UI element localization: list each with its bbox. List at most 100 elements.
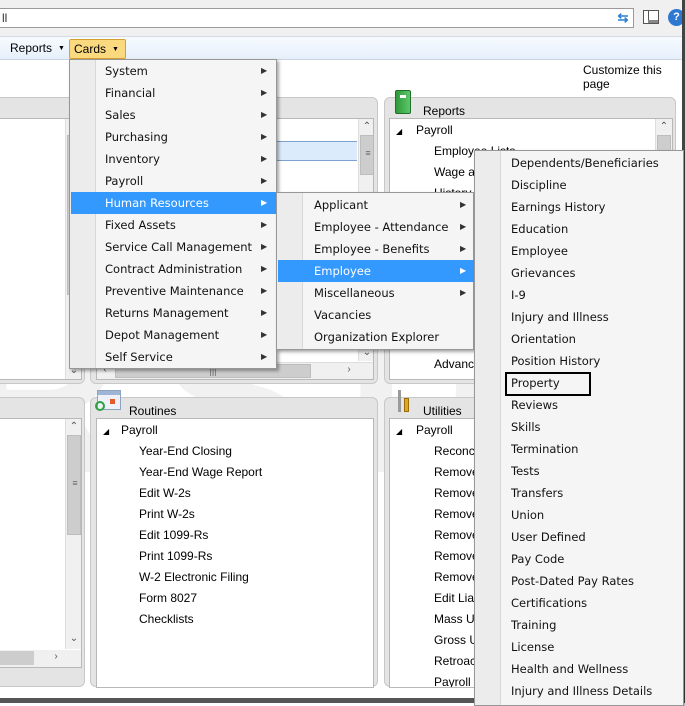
tree-item[interactable]: Edit 1099-Rs bbox=[139, 528, 208, 542]
tree-item[interactable]: Remove bbox=[434, 486, 479, 500]
menu-item-reviews[interactable]: Reviews bbox=[476, 394, 684, 416]
menu-item-employee[interactable]: Employee bbox=[476, 240, 684, 262]
menu-item-label: Union bbox=[511, 508, 545, 522]
menu-item-label: Post-Dated Pay Rates bbox=[511, 574, 634, 588]
menu-item-training[interactable]: Training bbox=[476, 614, 684, 636]
tree-item[interactable]: Form 8027 bbox=[139, 591, 197, 605]
menu-item-union[interactable]: Union bbox=[476, 504, 684, 526]
scroll-down-arrow[interactable]: ⌄ bbox=[66, 633, 81, 644]
scroll-thumb[interactable]: ≡ bbox=[67, 435, 81, 535]
left-bottom-panel-body: ⌃ ≡ ⌄ › bbox=[0, 418, 82, 668]
menu-item-service-call-management[interactable]: Service Call Management ▶ bbox=[71, 236, 277, 258]
layout-icon[interactable] bbox=[643, 10, 659, 24]
menu-item-certifications[interactable]: Certifications bbox=[476, 592, 684, 614]
expand-icon[interactable]: ◢ bbox=[103, 427, 109, 436]
menu-item-dependents-beneficiaries[interactable]: Dependents/Beneficiaries bbox=[476, 152, 684, 174]
scroll-up-arrow[interactable]: ⌃ bbox=[359, 121, 373, 132]
tree-item[interactable]: Print 1099-Rs bbox=[139, 549, 212, 563]
menu-item-earnings-history[interactable]: Earnings History bbox=[476, 196, 684, 218]
menu-item-termination[interactable]: Termination bbox=[476, 438, 684, 460]
menu-item-preventive-maintenance[interactable]: Preventive Maintenance ▶ bbox=[71, 280, 277, 302]
scroll-up-arrow[interactable]: ⌃ bbox=[66, 421, 81, 432]
menu-item-self-service[interactable]: Self Service ▶ bbox=[71, 346, 277, 368]
expand-icon[interactable]: ◢ bbox=[396, 427, 402, 436]
menu-item-employee-attendance[interactable]: Employee - Attendance ▶ bbox=[278, 216, 474, 238]
tree-item[interactable]: Remove bbox=[434, 507, 479, 521]
customize-page-link[interactable]: Customize this page bbox=[583, 63, 685, 91]
scroll-up-arrow[interactable]: ⌃ bbox=[656, 121, 672, 132]
menu-item-orientation[interactable]: Orientation bbox=[476, 328, 684, 350]
menu-item-employee-benefits[interactable]: Employee - Benefits ▶ bbox=[278, 238, 474, 260]
submenu-arrow-icon: ▶ bbox=[261, 286, 268, 295]
menu-item-label: Injury and Illness bbox=[511, 310, 609, 324]
menu-item-license[interactable]: License bbox=[476, 636, 684, 658]
menu-item-purchasing[interactable]: Purchasing ▶ bbox=[71, 126, 277, 148]
submenu-arrow-icon: ▶ bbox=[460, 288, 467, 297]
menu-item-discipline[interactable]: Discipline bbox=[476, 174, 684, 196]
scroll-right-arrow[interactable]: › bbox=[48, 651, 64, 662]
menu-item-depot-management[interactable]: Depot Management ▶ bbox=[71, 324, 277, 346]
menu-item-returns-management[interactable]: Returns Management ▶ bbox=[71, 302, 277, 324]
menu-item-payroll[interactable]: Payroll ▶ bbox=[71, 170, 277, 192]
tree-root-payroll[interactable]: Payroll bbox=[416, 423, 453, 437]
submenu-arrow-icon: ▶ bbox=[261, 88, 268, 97]
tree-item[interactable]: Checklists bbox=[139, 612, 194, 626]
menu-item-label: Dependents/Beneficiaries bbox=[511, 156, 659, 170]
tree-item[interactable]: Remove bbox=[434, 549, 479, 563]
address-input[interactable]: ll bbox=[0, 8, 634, 28]
menu-item-organization-explorer[interactable]: Organization Explorer bbox=[278, 326, 474, 348]
refresh-icon[interactable]: ⇆ bbox=[612, 9, 634, 27]
menu-item-label: I-9 bbox=[511, 288, 526, 302]
menu-item-miscellaneous[interactable]: Miscellaneous ▶ bbox=[278, 282, 474, 304]
menu-item-grievances[interactable]: Grievances bbox=[476, 262, 684, 284]
menu-item-label: Employee - Benefits bbox=[314, 242, 430, 256]
routines-calendar-icon bbox=[95, 390, 121, 411]
menu-item-i-9[interactable]: I-9 bbox=[476, 284, 684, 306]
menu-item-injury-and-illness[interactable]: Injury and Illness bbox=[476, 306, 684, 328]
menu-item-health-and-wellness[interactable]: Health and Wellness bbox=[476, 658, 684, 680]
routines-panel-body: ◢ Payroll Year-End Closing Year-End Wage… bbox=[96, 418, 374, 688]
expand-icon[interactable]: ◢ bbox=[396, 127, 402, 136]
cards-menu-button[interactable]: Cards ▼ bbox=[69, 39, 126, 59]
menu-item-inventory[interactable]: Inventory ▶ bbox=[71, 148, 277, 170]
tree-item[interactable]: Remove bbox=[434, 465, 479, 479]
horizontal-scrollbar[interactable]: › bbox=[0, 650, 81, 667]
menu-item-sales[interactable]: Sales ▶ bbox=[71, 104, 277, 126]
menu-item-applicant[interactable]: Applicant ▶ bbox=[278, 194, 474, 216]
menu-item-transfers[interactable]: Transfers bbox=[476, 482, 684, 504]
menu-item-label: Skills bbox=[511, 420, 541, 434]
tree-item[interactable]: Print W-2s bbox=[139, 507, 195, 521]
menu-item-skills[interactable]: Skills bbox=[476, 416, 684, 438]
grip-icon: ≡ bbox=[365, 148, 371, 158]
reports-book-icon bbox=[395, 90, 411, 114]
menu-item-tests[interactable]: Tests bbox=[476, 460, 684, 482]
menu-item-post-dated-pay-rates[interactable]: Post-Dated Pay Rates bbox=[476, 570, 684, 592]
menu-item-position-history[interactable]: Position History bbox=[476, 350, 684, 372]
menu-item-financial[interactable]: Financial ▶ bbox=[71, 82, 277, 104]
tree-item[interactable]: Remove bbox=[434, 528, 479, 542]
tree-item[interactable]: W-2 Electronic Filing bbox=[139, 570, 249, 584]
menu-item-vacancies[interactable]: Vacancies bbox=[278, 304, 474, 326]
menu-item-human-resources[interactable]: Human Resources ▶ bbox=[71, 192, 277, 214]
menu-item-contract-administration[interactable]: Contract Administration ▶ bbox=[71, 258, 277, 280]
menu-item-education[interactable]: Education bbox=[476, 218, 684, 240]
menu-item-user-defined[interactable]: User Defined bbox=[476, 526, 684, 548]
menu-item-injury-and-illness-details[interactable]: Injury and Illness Details bbox=[476, 680, 684, 702]
horizontal-scroll-thumb[interactable] bbox=[0, 651, 34, 665]
tree-item[interactable]: Year-End Closing bbox=[139, 444, 232, 458]
utilities-panel-title: Utilities bbox=[423, 404, 462, 418]
scroll-right-arrow[interactable]: › bbox=[341, 364, 357, 375]
scroll-thumb[interactable]: ≡ bbox=[360, 135, 373, 175]
tree-item[interactable]: Year-End Wage Report bbox=[139, 465, 262, 479]
menu-item-fixed-assets[interactable]: Fixed Assets ▶ bbox=[71, 214, 277, 236]
tree-item[interactable]: Edit W-2s bbox=[139, 486, 191, 500]
tree-root-payroll[interactable]: Payroll bbox=[416, 123, 453, 137]
vertical-scrollbar[interactable]: ⌃ ≡ ⌄ bbox=[65, 419, 81, 649]
tree-item[interactable]: Remove bbox=[434, 570, 479, 584]
menu-item-system[interactable]: System ▶ bbox=[71, 60, 277, 82]
tree-root-payroll[interactable]: Payroll bbox=[121, 423, 158, 437]
reports-menu-button[interactable]: Reports ▼ bbox=[6, 39, 69, 59]
menu-item-employee[interactable]: Employee ▶ bbox=[278, 260, 474, 282]
submenu-arrow-icon: ▶ bbox=[261, 330, 268, 339]
menu-item-pay-code[interactable]: Pay Code bbox=[476, 548, 684, 570]
